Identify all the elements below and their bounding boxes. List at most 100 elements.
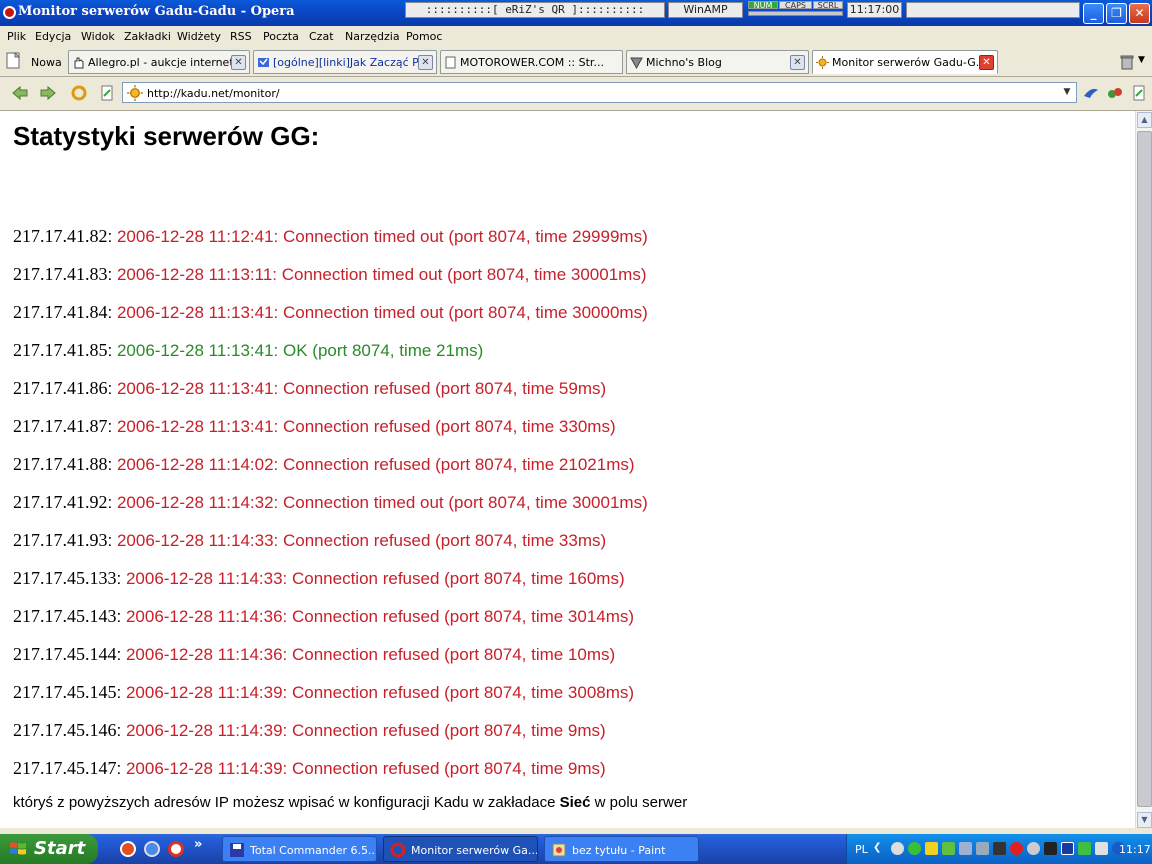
search-bird-icon[interactable] [1082, 84, 1100, 102]
system-tray: PL ❮ 11:17 [846, 834, 1152, 864]
address-toolbar: http://kadu.net/monitor/ ▼ [0, 78, 1152, 108]
status-error: 2006-12-28 11:14:32: Connection timed ou… [116, 493, 648, 512]
scroll-thumb[interactable] [1137, 131, 1152, 807]
menu-narzedzia[interactable]: Narzędzia [345, 30, 400, 43]
status-error: 2006-12-28 11:14:39: Connection refused … [125, 759, 606, 778]
reload-icon[interactable] [70, 84, 88, 102]
phone-tray-icon[interactable] [993, 842, 1006, 855]
minimize-button[interactable]: _ [1083, 3, 1104, 24]
tray-expand-icon[interactable]: ❮ [873, 842, 881, 853]
tab-close-button[interactable]: ✕ [979, 55, 994, 70]
restore-button[interactable]: ❐ [1106, 3, 1127, 24]
vertical-scrollbar[interactable]: ▲ ▼ [1135, 111, 1152, 828]
menu-widok[interactable]: Widok [81, 30, 115, 43]
trash-dropdown-icon[interactable]: ▼ [1138, 55, 1145, 65]
address-dropdown-icon[interactable]: ▼ [1060, 85, 1074, 100]
menu-plik[interactable]: Plik [7, 30, 26, 43]
window-title: Monitor serwerów Gadu-Gadu - Opera [18, 4, 295, 19]
server-ip: 217.17.41.86 [13, 378, 108, 398]
server-ip: 217.17.45.145 [13, 682, 117, 702]
progress-strip [748, 11, 843, 16]
floppy-icon [230, 843, 244, 857]
menu-czat[interactable]: Czat [309, 30, 334, 43]
address-url[interactable]: http://kadu.net/monitor/ [147, 87, 280, 100]
tp-tray-icon[interactable] [1061, 842, 1074, 855]
status-error: 2006-12-28 11:14:39: Connection refused … [125, 683, 635, 702]
server-ip: 217.17.41.84 [13, 302, 108, 322]
menu-rss[interactable]: RSS [230, 30, 252, 43]
tab-monitor-active[interactable]: Monitor serwerów Gadu-G... ✕ [812, 50, 998, 74]
language-indicator[interactable]: PL [855, 843, 868, 856]
ie-quicklaunch-icon[interactable] [144, 841, 160, 857]
opera-quicklaunch-icon[interactable] [120, 841, 136, 857]
edit-page-icon[interactable] [98, 84, 116, 102]
app-tray-icon[interactable] [942, 842, 955, 855]
server-row: 217.17.45.144: 2006-12-28 11:14:36: Conn… [13, 644, 615, 665]
server-row: 217.17.41.88: 2006-12-28 11:14:02: Conne… [13, 454, 635, 475]
separator: : [116, 645, 126, 664]
server-ip: 217.17.41.87 [13, 416, 108, 436]
server-row: 217.17.41.93: 2006-12-28 11:14:33: Conne… [13, 530, 606, 551]
tab-motorower[interactable]: MOTOROWER.COM :: Str... [440, 50, 623, 74]
title-extra-box [906, 2, 1080, 18]
separator: : [107, 303, 117, 322]
forward-icon[interactable] [39, 84, 57, 102]
windows-flag-icon [10, 842, 26, 855]
notes-tray-icon[interactable] [925, 842, 938, 855]
status-error: 2006-12-28 11:14:33: Connection refused … [116, 531, 607, 550]
start-button[interactable]: Start [0, 834, 98, 864]
address-field[interactable]: http://kadu.net/monitor/ ▼ [122, 82, 1077, 103]
notes-icon[interactable] [1130, 84, 1148, 102]
network-tray-icon[interactable] [891, 842, 904, 855]
footer-text: któryś z powyższych adresów IP możesz wp… [13, 794, 560, 811]
menu-edycja[interactable]: Edycja [35, 30, 71, 43]
tab-michno-blog[interactable]: Michno's Blog ✕ [626, 50, 809, 74]
qr-tray-box[interactable]: ::::::::::[ eRiZ's QR ]:::::::::: [405, 2, 665, 18]
page-heading: Statystyki serwerów GG: [13, 121, 320, 151]
trash-icon[interactable] [1118, 53, 1136, 71]
scroll-down-button[interactable]: ▼ [1137, 812, 1152, 828]
task-paint[interactable]: bez tytułu - Paint [544, 836, 699, 862]
display-tray-icon[interactable] [959, 842, 972, 855]
blog-icon [630, 57, 643, 69]
menu-bar: Plik Edycja Widok Zakładki Widżety RSS P… [0, 26, 1152, 47]
tab-close-button[interactable]: ✕ [418, 55, 433, 70]
task-opera-monitor[interactable]: Monitor serwerów Ga... [383, 836, 538, 862]
monitor-tray-icon[interactable] [976, 842, 989, 855]
start-label: Start [34, 838, 86, 859]
traffic-light-tray-icon[interactable] [1044, 842, 1057, 855]
server-row: 217.17.45.145: 2006-12-28 11:14:39: Conn… [13, 682, 634, 703]
winamp-box[interactable]: WinAMP [668, 2, 743, 18]
menu-zakladki[interactable]: Zakładki [124, 30, 171, 43]
server-ip: 217.17.41.88 [13, 454, 108, 474]
site-sun-icon [127, 85, 143, 101]
back-icon[interactable] [11, 84, 29, 102]
green-tray-icon[interactable] [1078, 842, 1091, 855]
close-button[interactable]: ✕ [1129, 3, 1150, 24]
tab-allegro[interactable]: Allegro.pl - aukcje internet... ✕ [68, 50, 250, 74]
sync-tray-icon[interactable] [1027, 842, 1040, 855]
menu-poczta[interactable]: Poczta [263, 30, 299, 43]
status-error: 2006-12-28 11:14:36: Connection refused … [125, 607, 635, 626]
server-ip: 217.17.41.83 [13, 264, 108, 284]
task-label: Monitor serwerów Ga... [411, 844, 538, 857]
separator: : [107, 227, 117, 246]
tab-close-button[interactable]: ✕ [231, 55, 246, 70]
menu-widzety[interactable]: Widżety [177, 30, 221, 43]
server-ip: 217.17.41.93 [13, 530, 108, 550]
scroll-up-button[interactable]: ▲ [1137, 112, 1152, 128]
antivirus-tray-icon[interactable] [1010, 842, 1023, 855]
num-lock-indicator: NUM [748, 1, 778, 10]
volume-tray-icon[interactable] [1095, 842, 1108, 855]
tab-close-button[interactable]: ✕ [790, 55, 805, 70]
extension-icon[interactable] [1106, 84, 1124, 102]
chrome-quicklaunch-icon[interactable] [168, 841, 184, 857]
tab-forum[interactable]: [ogólne][linki]Jak Zacząć P... ✕ [253, 50, 437, 74]
gadu-tray-icon[interactable] [908, 842, 921, 855]
menu-pomoc[interactable]: Pomoc [406, 30, 442, 43]
tab-label: MOTOROWER.COM :: Str... [460, 56, 604, 69]
task-total-commander[interactable]: Total Commander 6.5... [222, 836, 377, 862]
paint-icon [552, 843, 566, 857]
quicklaunch-overflow[interactable]: » [194, 837, 202, 852]
separator: : [116, 683, 126, 702]
